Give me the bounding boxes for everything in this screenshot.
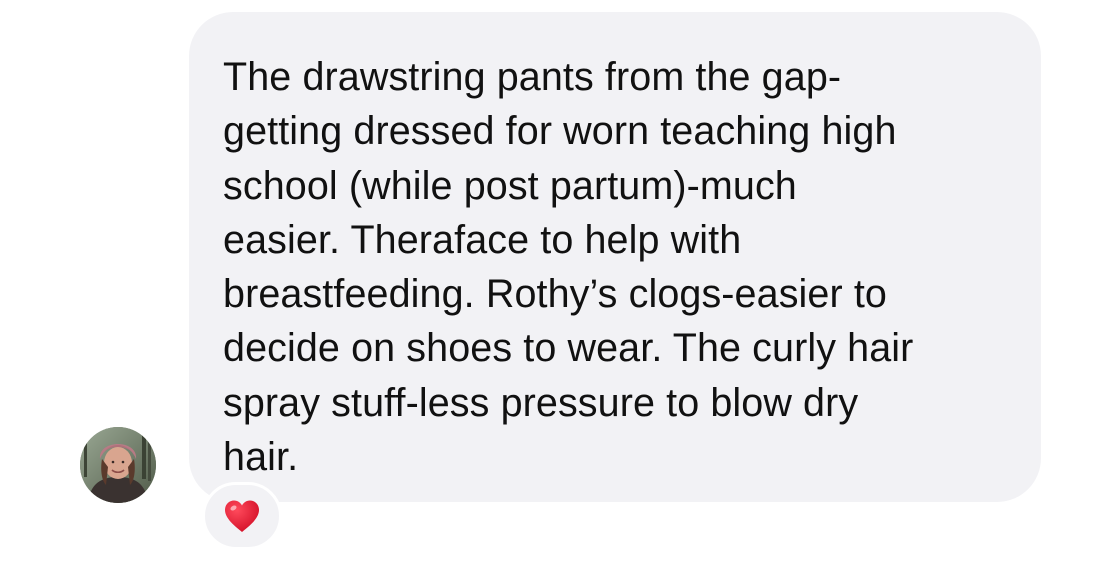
message-thread: The drawstring pants from the gap- getti… [0,0,1104,568]
message-text-line: getting dressed for worn teaching high [223,109,897,154]
message-bubble[interactable]: The drawstring pants from the gap- getti… [189,12,1041,502]
message-text-line: decide on shoes to wear. The curly hair [223,326,914,371]
red-heart-icon [225,500,259,532]
message-text-line: breastfeeding. Rothy’s clogs-easier to [223,272,887,317]
message-text-line: easier. Theraface to help with [223,217,742,262]
sender-avatar[interactable] [80,427,156,503]
message-text-line: school (while post partum)-much [223,163,797,208]
reaction-badge[interactable] [202,482,282,550]
profile-photo-icon [80,427,156,503]
message-text-line: The drawstring pants from the gap- [223,55,842,99]
message-text-line: spray stuff-less pressure to blow dry [223,380,859,425]
message-text-line: hair. [223,435,299,480]
